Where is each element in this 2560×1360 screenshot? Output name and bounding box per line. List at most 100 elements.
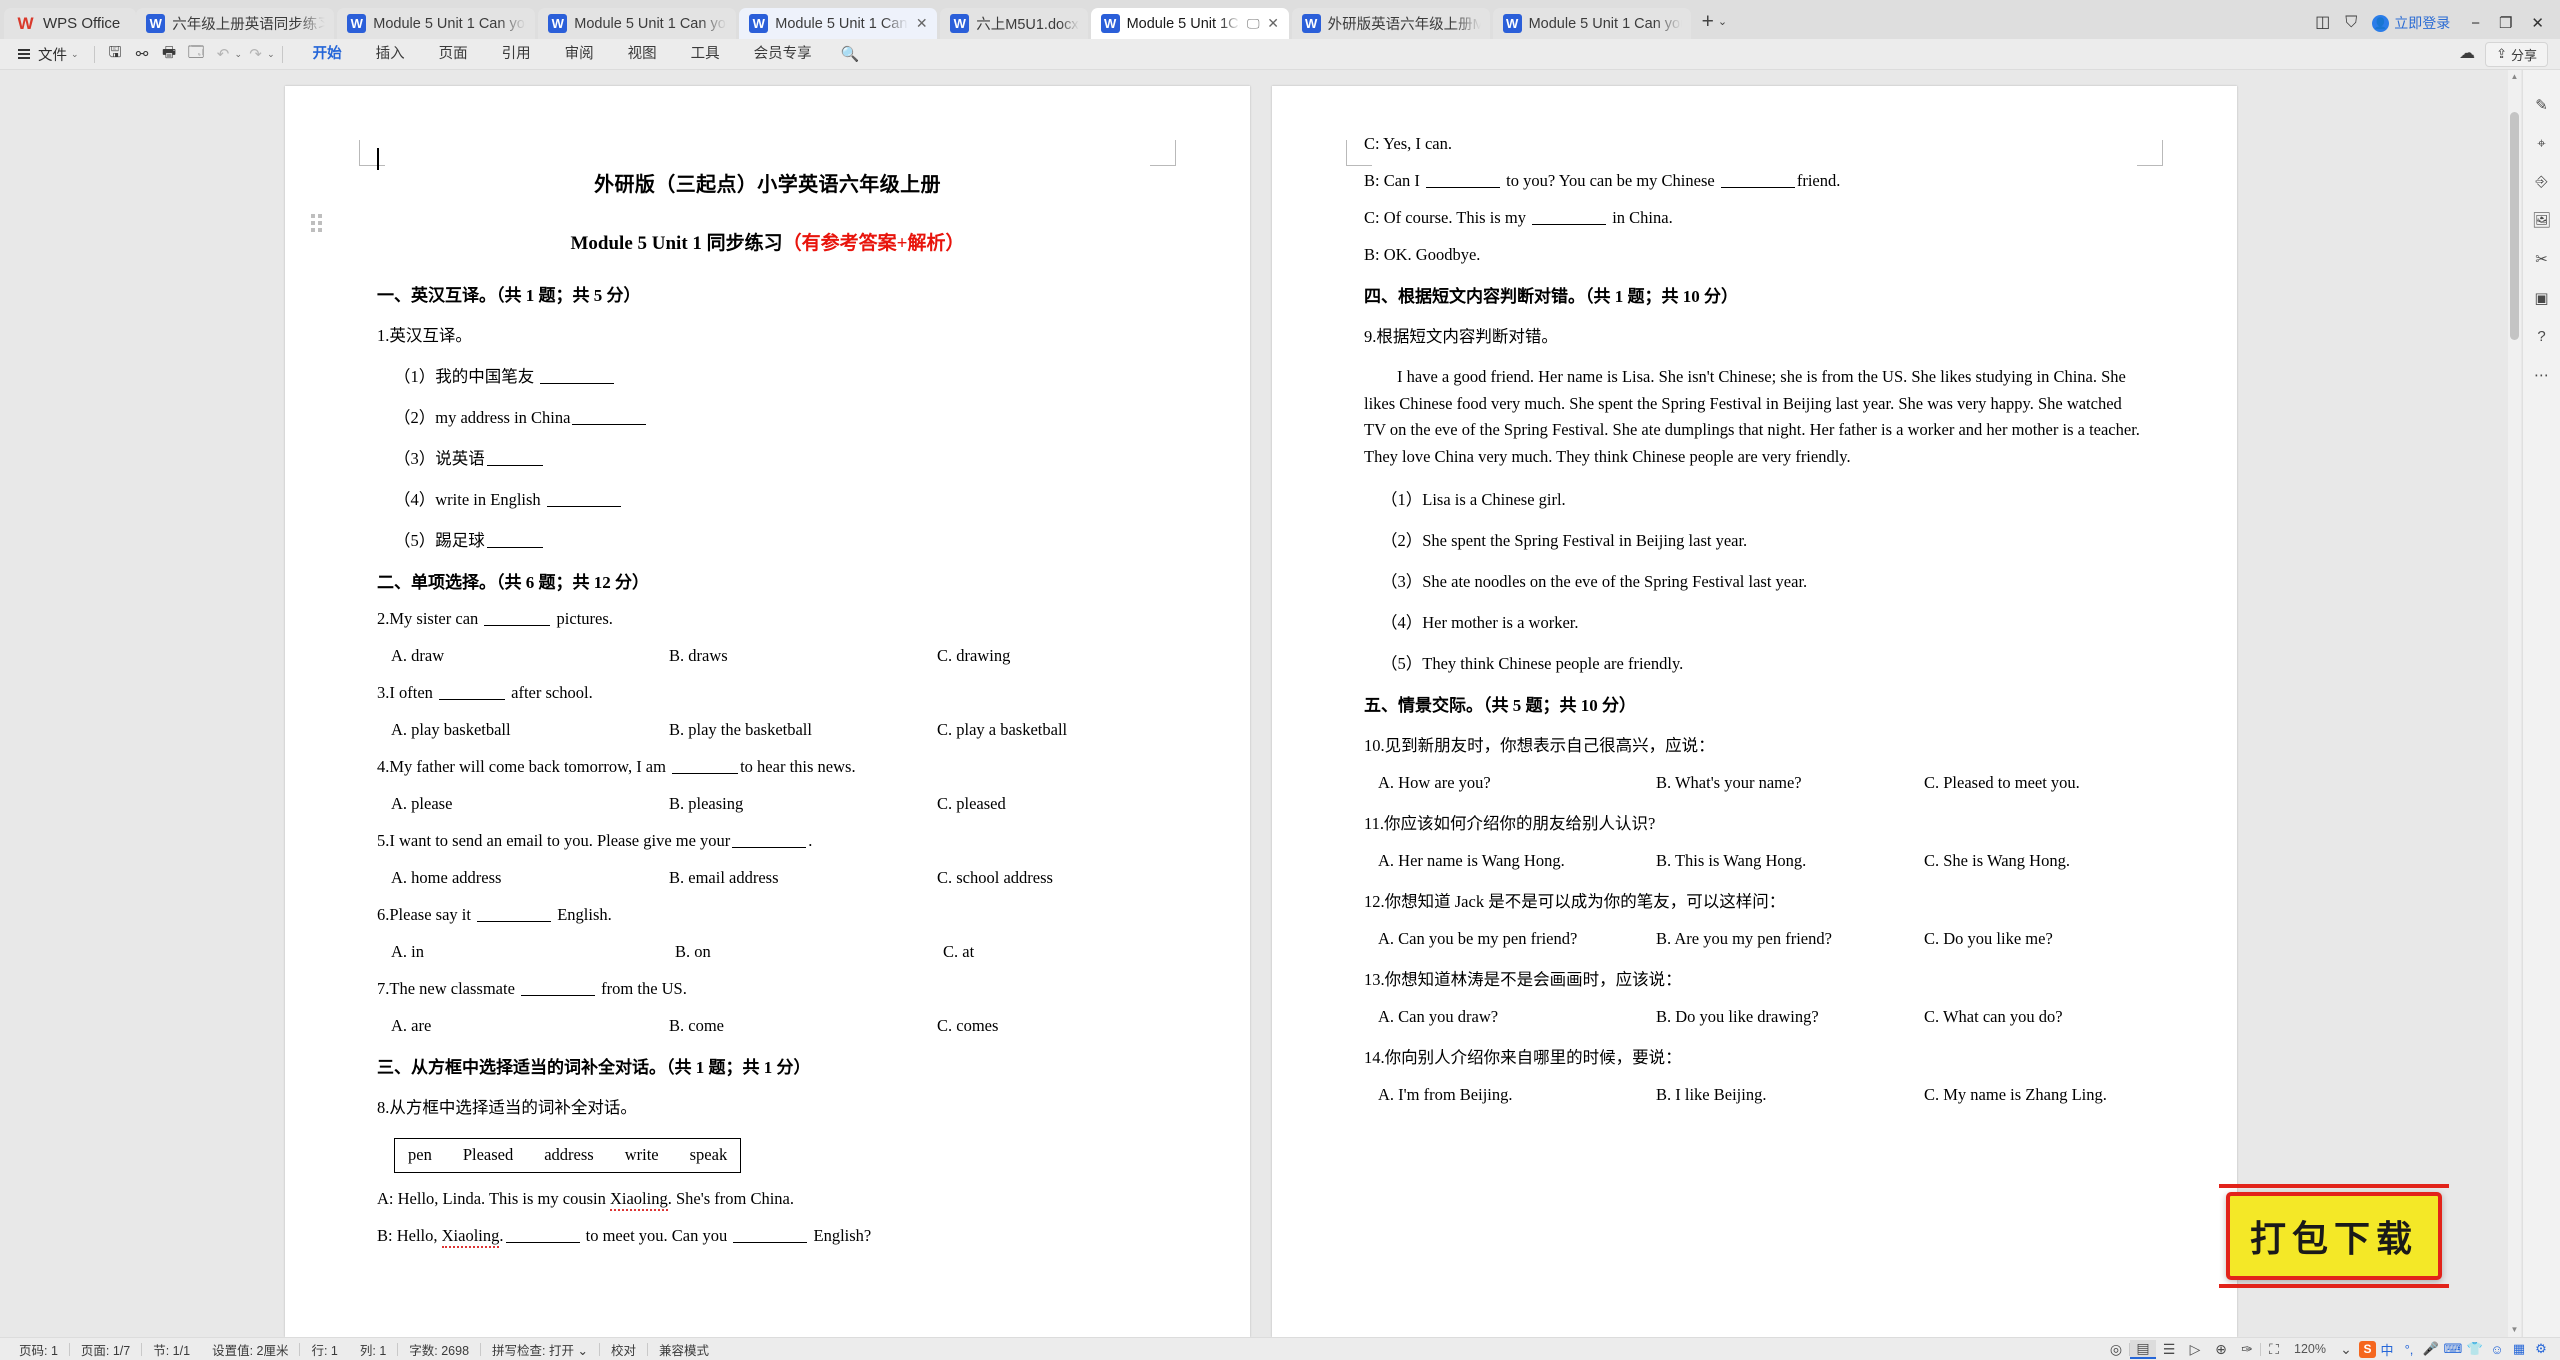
option-a[interactable]: A. Can you draw?: [1378, 1007, 1656, 1027]
new-tab-group[interactable]: + ⌄: [1694, 11, 1733, 39]
ime-punctuation-icon[interactable]: °,: [2398, 1341, 2420, 1358]
document-tab[interactable]: W 六年级上册英语同步练习-module 5 u: [136, 8, 334, 39]
scissors-icon[interactable]: ✂: [2535, 250, 2548, 268]
ribbon-tab-insert[interactable]: 插入: [359, 39, 422, 70]
option-c[interactable]: C. drawing: [937, 646, 1010, 666]
true-false-item[interactable]: （5）They think Chinese people are friendl…: [1364, 650, 2145, 674]
redo-icon[interactable]: ↷: [242, 43, 269, 66]
zoom-level[interactable]: 120%: [2287, 1342, 2333, 1356]
true-false-item[interactable]: （1）Lisa is a Chinese girl.: [1364, 486, 2145, 510]
option-b[interactable]: B. email address: [669, 868, 937, 888]
more-icon[interactable]: ⋯: [2534, 366, 2549, 384]
word-bank-item[interactable]: Pleased: [463, 1145, 513, 1164]
option-a[interactable]: A. in: [391, 942, 675, 962]
option-b[interactable]: B. What's your name?: [1656, 773, 1924, 793]
option-a[interactable]: A. home address: [391, 868, 669, 888]
document-tab[interactable]: W Module 5 Unit 1 Can you be my Ch: [337, 8, 535, 39]
screenshot-icon[interactable]: ▣: [2534, 289, 2548, 307]
status-word-count[interactable]: 字数: 2698: [398, 1340, 480, 1359]
answer-blank[interactable]: [733, 1242, 807, 1243]
search-icon[interactable]: 🔍: [841, 45, 860, 63]
close-icon[interactable]: ✕: [915, 15, 928, 32]
document-page-right[interactable]: C: Yes, I can. B: Can I to you? You can …: [1272, 86, 2237, 1337]
undo-chevron-icon[interactable]: ⌄: [235, 49, 243, 60]
share-icon[interactable]: ⚯: [129, 43, 156, 66]
true-false-item[interactable]: （3）She ate noodles on the eve of the Spr…: [1364, 568, 2145, 592]
option-c[interactable]: C. Do you like me?: [1924, 929, 2053, 949]
ime-chinese-icon[interactable]: 中: [2376, 1341, 2398, 1358]
wps-office-home-button[interactable]: W WPS Office: [4, 8, 136, 39]
close-icon[interactable]: ✕: [1267, 15, 1280, 32]
option-c[interactable]: C. at: [943, 942, 974, 962]
help-icon[interactable]: ?: [2537, 328, 2545, 345]
print-icon[interactable]: 🖶: [156, 43, 183, 66]
presentation-view-icon[interactable]: ▷: [2182, 1341, 2208, 1358]
ribbon-tab-page[interactable]: 页面: [422, 39, 485, 70]
option-a[interactable]: A. please: [391, 794, 669, 814]
ink-view-icon[interactable]: ✑: [2234, 1341, 2260, 1358]
chevron-down-icon[interactable]: ⌄: [71, 49, 79, 60]
app-grid-icon[interactable]: ▦: [2508, 1341, 2530, 1358]
option-a[interactable]: A. Can you be my pen friend?: [1378, 929, 1656, 949]
answer-blank[interactable]: [506, 1242, 580, 1243]
shield-icon[interactable]: ⛉: [2345, 15, 2357, 31]
restore-button[interactable]: ❐: [2499, 14, 2512, 32]
true-false-item[interactable]: （4）Her mother is a worker.: [1364, 609, 2145, 633]
option-c[interactable]: C. My name is Zhang Ling.: [1924, 1085, 2107, 1105]
ribbon-tab-home[interactable]: 开始: [296, 39, 359, 70]
option-a[interactable]: A. I'm from Beijing.: [1378, 1085, 1656, 1105]
option-c[interactable]: C. pleased: [937, 794, 1006, 814]
word-bank-item[interactable]: pen: [408, 1145, 432, 1164]
login-button[interactable]: 👤 立即登录: [2372, 13, 2450, 33]
answer-blank[interactable]: [484, 625, 550, 626]
download-stamp[interactable]: 打包下载: [2226, 1192, 2442, 1280]
ribbon-tab-reference[interactable]: 引用: [485, 39, 548, 70]
ribbon-tab-view[interactable]: 视图: [611, 39, 674, 70]
answer-blank[interactable]: [1532, 224, 1606, 225]
eye-icon[interactable]: ◎: [2103, 1341, 2129, 1358]
option-a[interactable]: A. are: [391, 1016, 669, 1036]
option-c[interactable]: C. school address: [937, 868, 1053, 888]
scroll-up-arrow-icon[interactable]: ▲: [2508, 70, 2521, 84]
word-bank-item[interactable]: write: [625, 1145, 659, 1164]
skin-icon[interactable]: 👕: [2464, 1341, 2486, 1358]
answer-blank[interactable]: [672, 773, 738, 774]
answer-blank[interactable]: [547, 506, 621, 507]
option-c[interactable]: C. comes: [937, 1016, 998, 1036]
document-tab-active[interactable]: W Module 5 Unit 1Can you be 🖵 ✕: [1091, 8, 1289, 39]
option-b[interactable]: B. on: [675, 942, 943, 962]
cloud-icon[interactable]: ☁: [2459, 46, 2475, 62]
document-tab[interactable]: W 外研版英语六年级上册Module 5 分单: [1292, 8, 1490, 39]
close-button[interactable]: ✕: [2531, 14, 2544, 32]
ocr-icon[interactable]: ⎆: [2535, 173, 2547, 190]
file-menu-button[interactable]: 文件 ⌄: [8, 44, 87, 65]
document-canvas[interactable]: 外研版（三起点）小学英语六年级上册 Module 5 Unit 1 同步练习（有…: [0, 70, 2522, 1337]
share-button[interactable]: ⇪ 分享: [2485, 42, 2548, 67]
settings-icon[interactable]: ⚙: [2530, 1341, 2552, 1358]
option-a[interactable]: A. draw: [391, 646, 669, 666]
scrollbar-thumb[interactable]: [2510, 112, 2519, 340]
sogou-ime-icon[interactable]: S: [2359, 1341, 2376, 1358]
ribbon-tab-review[interactable]: 审阅: [548, 39, 611, 70]
vertical-scrollbar[interactable]: ▲ ▼: [2508, 70, 2521, 1337]
print-preview-icon[interactable]: 🗔: [183, 43, 210, 66]
option-b[interactable]: B. draws: [669, 646, 937, 666]
answer-blank[interactable]: [487, 465, 543, 466]
status-proofread[interactable]: 校对: [600, 1340, 647, 1359]
answer-blank[interactable]: [1721, 187, 1795, 188]
document-tab[interactable]: W 六上M5U1.docx: [940, 8, 1087, 39]
pen-icon[interactable]: ✎: [2535, 96, 2548, 114]
option-a[interactable]: A. How are you?: [1378, 773, 1656, 793]
microphone-icon[interactable]: 🎤: [2420, 1341, 2442, 1358]
plus-icon[interactable]: +: [1702, 11, 1714, 32]
document-tab[interactable]: W Module 5 Unit 1 Can you be my ✕: [739, 8, 937, 39]
keyboard-icon[interactable]: ⌨: [2442, 1341, 2464, 1358]
zoom-chevron-icon[interactable]: ⌄: [2333, 1341, 2359, 1358]
answer-blank[interactable]: [1426, 187, 1500, 188]
answer-blank[interactable]: [540, 383, 614, 384]
answer-blank[interactable]: [572, 424, 646, 425]
emoji-icon[interactable]: ☺: [2486, 1341, 2508, 1358]
option-a[interactable]: A. play basketball: [391, 720, 669, 740]
outline-view-icon[interactable]: ☰: [2156, 1341, 2182, 1358]
monitor-icon[interactable]: 🖵: [1247, 16, 1260, 32]
